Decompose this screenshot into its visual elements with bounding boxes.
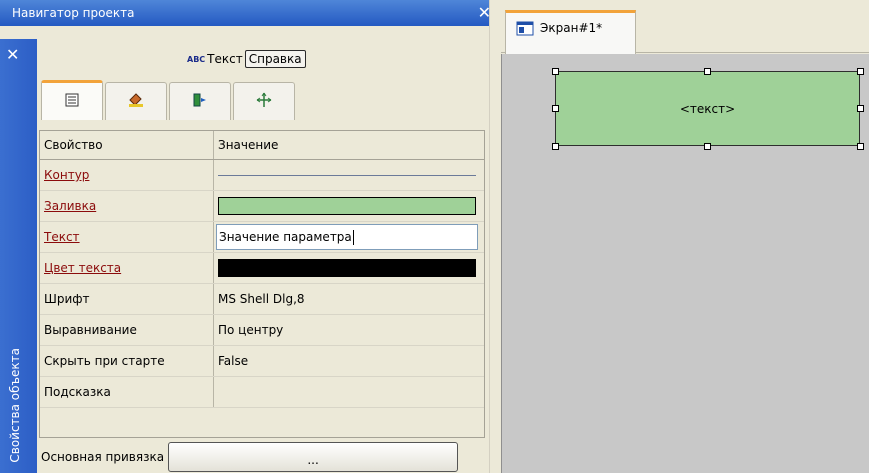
binding-label: Основная привязка (41, 449, 165, 464)
property-row-text[interactable]: Текст Значение параметра (40, 222, 484, 253)
resize-handle-sw[interactable] (552, 143, 559, 150)
text-shape[interactable]: <текст> (555, 71, 860, 146)
text-color-swatch[interactable] (218, 259, 476, 277)
column-header-property[interactable]: Свойство (40, 131, 214, 159)
object-type-label: Текст (207, 52, 243, 66)
tab-screen-1[interactable]: Экран#1* (505, 10, 636, 54)
property-row-contour[interactable]: Контур (40, 160, 484, 191)
property-name-link[interactable]: Контур (44, 168, 89, 182)
tab-position[interactable] (233, 82, 295, 120)
screen-canvas[interactable]: <текст> (501, 54, 869, 473)
properties-close-icon[interactable]: ✕ (6, 45, 19, 64)
property-row-hide-on-start[interactable]: Скрыть при старте False (40, 346, 484, 377)
screen-tab-label: Экран#1* (540, 21, 603, 35)
contour-line-preview[interactable] (218, 174, 476, 176)
fill-bucket-icon (127, 92, 145, 111)
object-header: ABC Текст Справка (187, 49, 306, 69)
property-row-fill[interactable]: Заливка (40, 191, 484, 222)
properties-vertical-label[interactable]: Свойства объекта (8, 348, 22, 463)
fill-color-swatch[interactable] (218, 197, 476, 215)
property-tabs (41, 80, 297, 120)
property-row-text-color[interactable]: Цвет текста (40, 253, 484, 284)
text-value-input[interactable]: Значение параметра (216, 224, 478, 250)
text-value: Значение параметра (219, 230, 352, 244)
property-grid: Свойство Значение Контур Заливка Текст З… (39, 130, 485, 438)
tab-properties[interactable] (41, 80, 103, 120)
properties-list-icon (64, 92, 80, 111)
property-name-link[interactable]: Заливка (44, 199, 96, 213)
property-name-link[interactable]: Цвет текста (44, 261, 121, 275)
tab-events[interactable] (169, 82, 231, 120)
move-arrows-icon (255, 92, 273, 111)
events-icon (192, 92, 208, 111)
property-value[interactable] (214, 377, 484, 407)
resize-handle-se[interactable] (857, 143, 864, 150)
resize-handle-ne[interactable] (857, 68, 864, 75)
panel-splitter[interactable] (489, 0, 501, 473)
text-object-icon: ABC (187, 54, 206, 64)
property-row-font[interactable]: Шрифт MS Shell Dlg,8 (40, 284, 484, 315)
property-name: Подсказка (40, 377, 214, 407)
resize-handle-w[interactable] (552, 105, 559, 112)
binding-row: Основная привязка ... (37, 440, 489, 473)
resize-handle-nw[interactable] (552, 68, 559, 75)
help-button[interactable]: Справка (244, 50, 306, 68)
property-value[interactable]: По центру (214, 315, 484, 345)
property-name: Выравнивание (40, 315, 214, 345)
properties-side-strip: ✕ Свойства объекта (0, 39, 37, 473)
tab-appearance[interactable] (105, 82, 167, 120)
resize-handle-s[interactable] (704, 143, 711, 150)
properties-panel: ABC Текст Справка Свойство Значение Конт… (37, 39, 489, 473)
property-grid-header: Свойство Значение (40, 131, 484, 160)
text-caret (352, 229, 354, 245)
editor-tab-strip: Экран#1* (501, 0, 869, 54)
property-row-tooltip[interactable]: Подсказка (40, 377, 484, 408)
property-name-link[interactable]: Текст (44, 230, 80, 244)
property-value[interactable]: MS Shell Dlg,8 (214, 284, 484, 314)
property-name: Скрыть при старте (40, 346, 214, 376)
navigator-title: Навигатор проекта (12, 6, 135, 20)
property-name: Шрифт (40, 284, 214, 314)
screen-icon (516, 21, 534, 39)
property-value[interactable]: False (214, 346, 484, 376)
resize-handle-n[interactable] (704, 68, 711, 75)
property-row-alignment[interactable]: Выравнивание По центру (40, 315, 484, 346)
column-header-value[interactable]: Значение (214, 131, 484, 159)
navigator-title-bar: Навигатор проекта ✕ (0, 0, 497, 26)
text-shape-label: <текст> (679, 101, 736, 116)
resize-handle-e[interactable] (857, 105, 864, 112)
binding-browse-button[interactable]: ... (168, 441, 459, 472)
